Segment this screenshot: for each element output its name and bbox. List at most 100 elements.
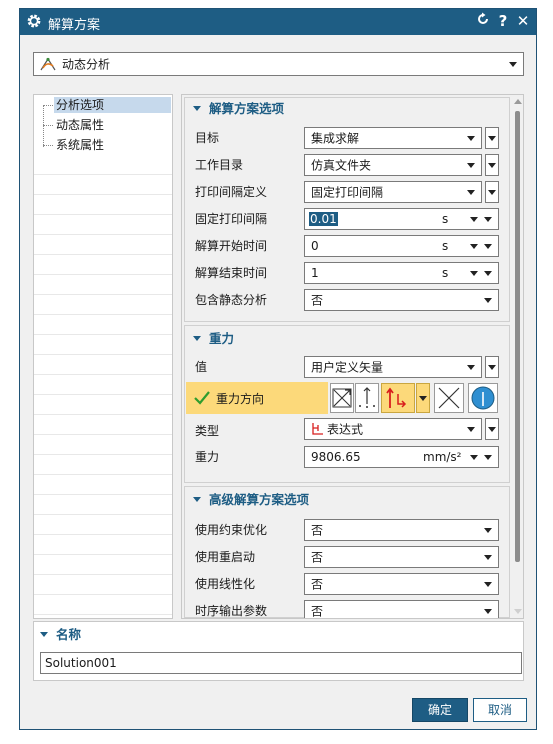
end-time-input[interactable]: 1 s bbox=[304, 262, 499, 284]
reset-icon[interactable] bbox=[474, 12, 492, 30]
tree-item-analysis-options[interactable]: 分析选项 bbox=[54, 97, 171, 113]
gravity-direction-row[interactable]: 重力方向 bbox=[186, 382, 328, 414]
start-time-input[interactable]: 0 s bbox=[304, 235, 499, 257]
chevron-down-icon[interactable] bbox=[484, 271, 492, 276]
info-icon bbox=[471, 386, 495, 410]
unit-dropdown-icon[interactable] bbox=[470, 217, 478, 222]
solution-name-input[interactable] bbox=[40, 652, 522, 674]
fixed-print-interval-label: 固定打印间隔 bbox=[195, 212, 268, 226]
solution-type-select[interactable]: 动态分析 bbox=[33, 52, 524, 76]
scroll-up-icon[interactable] bbox=[514, 99, 522, 104]
chevron-down-icon[interactable] bbox=[484, 455, 492, 460]
gravity-type-select[interactable]: 表达式 bbox=[304, 418, 482, 440]
work-dir-label: 工作目录 bbox=[195, 158, 244, 172]
target-options-button[interactable] bbox=[485, 127, 499, 149]
end-time-label: 解算结束时间 bbox=[195, 266, 268, 280]
reverse-direction-button[interactable] bbox=[434, 383, 464, 413]
chevron-down-icon bbox=[484, 582, 492, 587]
gravity-type-label: 类型 bbox=[195, 424, 220, 438]
tree-item-system-properties[interactable]: 系统属性 bbox=[54, 137, 106, 153]
work-dir-select[interactable]: 仿真文件夹 bbox=[304, 154, 482, 176]
linearization-label: 使用线性化 bbox=[195, 577, 256, 591]
chevron-down-icon bbox=[419, 396, 427, 401]
cancel-button[interactable]: 取消 bbox=[473, 698, 527, 722]
restart-select[interactable]: 否 bbox=[304, 546, 499, 568]
close-icon[interactable]: ✕ bbox=[514, 12, 532, 30]
solution-type-value: 动态分析 bbox=[62, 57, 111, 72]
gravity-direction-label: 重力方向 bbox=[216, 392, 265, 406]
inferred-vector-button[interactable] bbox=[330, 383, 354, 413]
options-tree: 分析选项 动态属性 系统属性 bbox=[33, 94, 173, 619]
print-interval-def-options-button[interactable] bbox=[485, 181, 499, 203]
collapse-icon bbox=[193, 336, 201, 341]
work-dir-options-button[interactable] bbox=[485, 154, 499, 176]
chevron-down-icon[interactable] bbox=[484, 217, 492, 222]
unit-dropdown-icon[interactable] bbox=[470, 455, 478, 460]
chevron-down-icon bbox=[484, 609, 492, 614]
advanced-options-group: 高级解算方案选项 使用约束优化 否 使用重启动 否 使用线性化 否 时序输出参数… bbox=[184, 486, 510, 618]
time-series-output-select[interactable]: 否 bbox=[304, 600, 499, 618]
print-interval-def-select[interactable]: 固定打印间隔 bbox=[304, 181, 482, 203]
scroll-thumb[interactable] bbox=[515, 111, 520, 562]
title-bar: 解算方案 ? ✕ bbox=[20, 9, 536, 35]
solution-dialog: 解算方案 ? ✕ 动态分析 分析选项 动态属性 系统属性 解算方案选项 目标 集… bbox=[19, 8, 537, 730]
fixed-print-interval-input[interactable]: 0.01 s bbox=[304, 208, 499, 230]
linearization-select[interactable]: 否 bbox=[304, 573, 499, 595]
print-interval-def-label: 打印间隔定义 bbox=[195, 185, 268, 199]
include-static-label: 包含静态分析 bbox=[195, 293, 268, 307]
unit-label: s bbox=[442, 239, 449, 253]
advanced-options-header[interactable]: 高级解算方案选项 bbox=[193, 491, 309, 509]
gravity-type-options-button[interactable] bbox=[485, 418, 499, 440]
unit-dropdown-icon[interactable] bbox=[470, 244, 478, 249]
constraint-opt-select[interactable]: 否 bbox=[304, 519, 499, 541]
gravity-group: 重力 值 用户定义矢量 重力方向 类型 表达式 重力 9806.65 mm/s² bbox=[184, 325, 510, 483]
vector-direction-icon bbox=[386, 387, 407, 408]
cross-icon bbox=[438, 387, 460, 409]
gravity-magnitude-input[interactable]: 9806.65 mm/s² bbox=[304, 446, 499, 468]
check-icon bbox=[194, 391, 210, 405]
chevron-down-icon bbox=[467, 365, 475, 370]
unit-label: s bbox=[442, 266, 449, 280]
vector-direction-button[interactable] bbox=[381, 383, 415, 413]
unit-label: s bbox=[442, 212, 449, 226]
include-static-select[interactable]: 否 bbox=[304, 289, 499, 311]
two-point-vector-icon bbox=[359, 387, 375, 408]
solution-name-field[interactable] bbox=[41, 653, 521, 673]
name-header[interactable]: 名称 bbox=[40, 626, 81, 644]
gravity-value-label: 值 bbox=[195, 360, 208, 374]
expression-icon bbox=[312, 423, 323, 435]
chevron-down-icon bbox=[467, 163, 475, 168]
chevron-down-icon bbox=[467, 190, 475, 195]
dynamic-analysis-icon bbox=[40, 57, 56, 71]
chevron-down-icon[interactable] bbox=[484, 244, 492, 249]
unit-label: mm/s² bbox=[423, 450, 462, 464]
start-time-label: 解算开始时间 bbox=[195, 239, 268, 253]
help-icon[interactable]: ? bbox=[494, 12, 512, 30]
gravity-magnitude-label: 重力 bbox=[195, 450, 220, 464]
panel-scrollbar[interactable] bbox=[513, 97, 523, 616]
gravity-value-select[interactable]: 用户定义矢量 bbox=[304, 356, 482, 378]
vector-options-button[interactable] bbox=[416, 383, 430, 413]
gravity-value-options-button[interactable] bbox=[485, 356, 499, 378]
vector-info-button[interactable] bbox=[468, 383, 498, 413]
chevron-down-icon bbox=[484, 298, 492, 303]
two-point-vector-button[interactable] bbox=[355, 383, 379, 413]
unit-dropdown-icon[interactable] bbox=[470, 271, 478, 276]
solution-options-header[interactable]: 解算方案选项 bbox=[193, 100, 284, 118]
target-select[interactable]: 集成求解 bbox=[304, 127, 482, 149]
gear-icon bbox=[27, 14, 41, 28]
ok-button[interactable]: 确定 bbox=[412, 698, 468, 722]
scroll-down-icon[interactable] bbox=[514, 609, 522, 614]
chevron-down-icon bbox=[484, 555, 492, 560]
tree-item-dynamic-properties[interactable]: 动态属性 bbox=[54, 117, 106, 133]
target-label: 目标 bbox=[195, 131, 220, 145]
options-panel: 解算方案选项 目标 集成求解 工作目录 仿真文件夹 打印间隔定义 固定打印间隔 … bbox=[181, 94, 524, 619]
collapse-icon bbox=[40, 632, 48, 637]
tree-connector bbox=[43, 105, 44, 147]
collapse-icon bbox=[193, 497, 201, 502]
restart-label: 使用重启动 bbox=[195, 550, 256, 564]
constraint-opt-label: 使用约束优化 bbox=[195, 523, 268, 537]
chevron-down-icon bbox=[484, 528, 492, 533]
chevron-down-icon bbox=[467, 136, 475, 141]
gravity-header[interactable]: 重力 bbox=[193, 330, 234, 348]
